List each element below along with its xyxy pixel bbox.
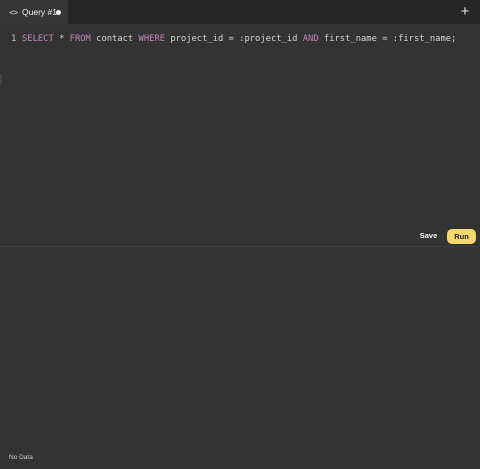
token-equals-2: =	[382, 34, 388, 44]
keyword-and: AND	[302, 34, 319, 44]
save-button[interactable]: Save	[414, 229, 443, 243]
results-status: No Data	[9, 454, 33, 461]
line-number: 1	[11, 34, 17, 44]
token-column-2: first_name	[323, 34, 377, 44]
token-table: contact	[96, 34, 134, 44]
keyword-select: SELECT	[22, 34, 54, 44]
token-param-1: :project_id	[239, 34, 298, 44]
query-editor-app: <> Query #1 + 1 SELECT * FROM contact WH…	[0, 0, 480, 469]
editor-edge-marker	[0, 74, 2, 84]
run-button[interactable]: Run	[447, 229, 476, 244]
tab-query-1[interactable]: <> Query #1	[0, 0, 68, 24]
token-star: *	[59, 34, 65, 44]
tab-bar: <> Query #1 +	[0, 0, 480, 24]
code-text: SELECT * FROM contact WHERE project_id =…	[22, 33, 456, 45]
code-icon: <>	[9, 7, 18, 17]
keyword-where: WHERE	[138, 34, 166, 44]
token-equals-1: =	[228, 34, 234, 44]
results-panel: No Data	[0, 247, 480, 469]
token-column-1: project_id	[170, 34, 224, 44]
token-param-2: :first_name;	[392, 34, 457, 44]
keyword-from: FROM	[69, 34, 91, 44]
plus-icon[interactable]: +	[457, 3, 473, 21]
unsaved-dot-icon	[56, 9, 61, 15]
code-line-1: 1 SELECT * FROM contact WHERE project_id…	[0, 33, 480, 45]
sql-editor[interactable]: 1 SELECT * FROM contact WHERE project_id…	[0, 24, 480, 246]
tab-label: Query #1	[22, 7, 57, 17]
